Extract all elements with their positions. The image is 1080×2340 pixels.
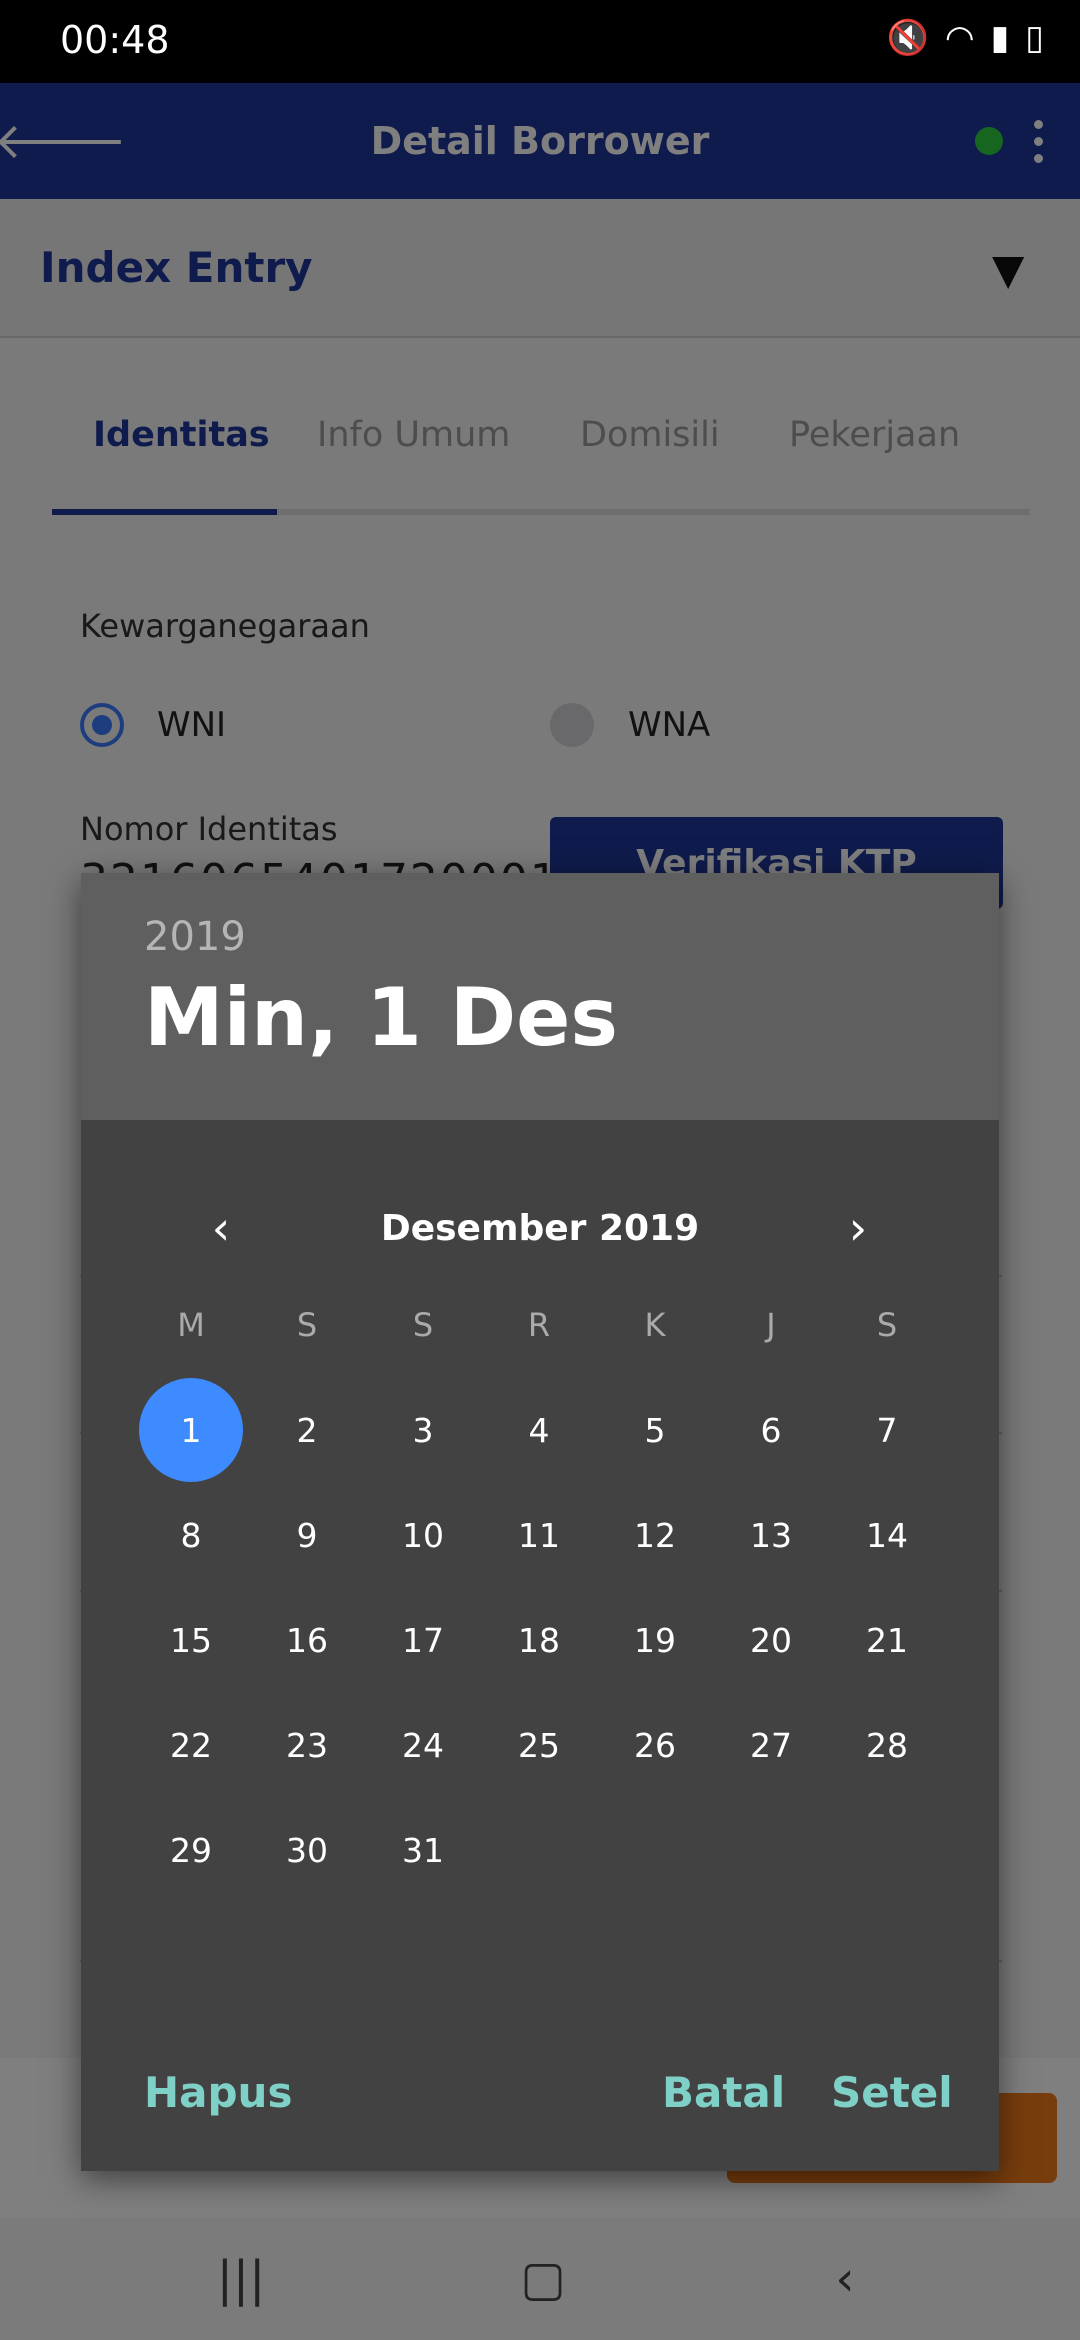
date-picker-year[interactable]: 2019 bbox=[144, 914, 246, 960]
setel-button[interactable]: Setel bbox=[831, 2068, 953, 2117]
date-picker-dialog: 2019 Min, 1 Des ‹ Desember 2019 › M S S … bbox=[81, 873, 999, 2171]
day-cell[interactable]: 30 bbox=[255, 1798, 359, 1902]
day-cell[interactable]: 18 bbox=[487, 1588, 591, 1692]
next-month-icon[interactable]: › bbox=[803, 1173, 913, 1283]
day-cell[interactable]: 2 bbox=[255, 1378, 359, 1482]
day-cell[interactable]: 29 bbox=[139, 1798, 243, 1902]
day-cell[interactable]: 8 bbox=[139, 1483, 243, 1587]
day-cell[interactable]: 16 bbox=[255, 1588, 359, 1692]
day-cell[interactable]: 4 bbox=[487, 1378, 591, 1482]
status-bar: 00:48 🔇 ◠ ▮ ▯ bbox=[0, 0, 1080, 83]
day-cell[interactable]: 19 bbox=[603, 1588, 707, 1692]
date-picker-selected-date: Min, 1 Des bbox=[144, 971, 619, 1064]
day-cell[interactable]: 10 bbox=[371, 1483, 475, 1587]
day-cell[interactable]: 28 bbox=[835, 1693, 939, 1797]
status-time: 00:48 bbox=[60, 18, 170, 62]
date-picker-header: 2019 Min, 1 Des bbox=[81, 873, 999, 1120]
month-navigation: ‹ Desember 2019 › bbox=[81, 1173, 999, 1283]
day-cell[interactable]: 15 bbox=[139, 1588, 243, 1692]
day-cell[interactable]: 17 bbox=[371, 1588, 475, 1692]
day-cell[interactable]: 6 bbox=[719, 1378, 823, 1482]
day-cell-selected[interactable]: 1 bbox=[139, 1378, 243, 1482]
day-cell[interactable]: 5 bbox=[603, 1378, 707, 1482]
day-cell[interactable]: 13 bbox=[719, 1483, 823, 1587]
weekday-label: S bbox=[876, 1306, 898, 1344]
status-icons: 🔇 ◠ ▮ ▯ bbox=[887, 18, 1044, 58]
day-cell[interactable]: 9 bbox=[255, 1483, 359, 1587]
day-cell[interactable]: 25 bbox=[487, 1693, 591, 1797]
day-cell[interactable]: 31 bbox=[371, 1798, 475, 1902]
day-cell[interactable]: 11 bbox=[487, 1483, 591, 1587]
weekday-label: K bbox=[644, 1306, 666, 1344]
day-cell[interactable]: 21 bbox=[835, 1588, 939, 1692]
weekday-label: R bbox=[527, 1306, 551, 1344]
day-cell[interactable]: 24 bbox=[371, 1693, 475, 1797]
weekday-label: S bbox=[412, 1306, 434, 1344]
day-cell[interactable]: 27 bbox=[719, 1693, 823, 1797]
hapus-button[interactable]: Hapus bbox=[144, 2068, 292, 2117]
day-cell[interactable]: 23 bbox=[255, 1693, 359, 1797]
battery-icon: ▯ bbox=[1025, 18, 1044, 58]
weekday-label: M bbox=[177, 1306, 205, 1344]
day-cell[interactable]: 14 bbox=[835, 1483, 939, 1587]
batal-button[interactable]: Batal bbox=[662, 2068, 785, 2117]
signal-icon: ▮ bbox=[990, 18, 1010, 58]
wifi-icon: ◠ bbox=[944, 18, 975, 58]
day-cell[interactable]: 22 bbox=[139, 1693, 243, 1797]
mute-icon: 🔇 bbox=[886, 18, 929, 58]
weekday-label: S bbox=[296, 1306, 318, 1344]
day-cell[interactable]: 12 bbox=[603, 1483, 707, 1587]
day-cell[interactable]: 26 bbox=[603, 1693, 707, 1797]
day-cell[interactable]: 7 bbox=[835, 1378, 939, 1482]
weekday-label: J bbox=[766, 1306, 776, 1344]
day-cell[interactable]: 3 bbox=[371, 1378, 475, 1482]
day-cell[interactable]: 20 bbox=[719, 1588, 823, 1692]
